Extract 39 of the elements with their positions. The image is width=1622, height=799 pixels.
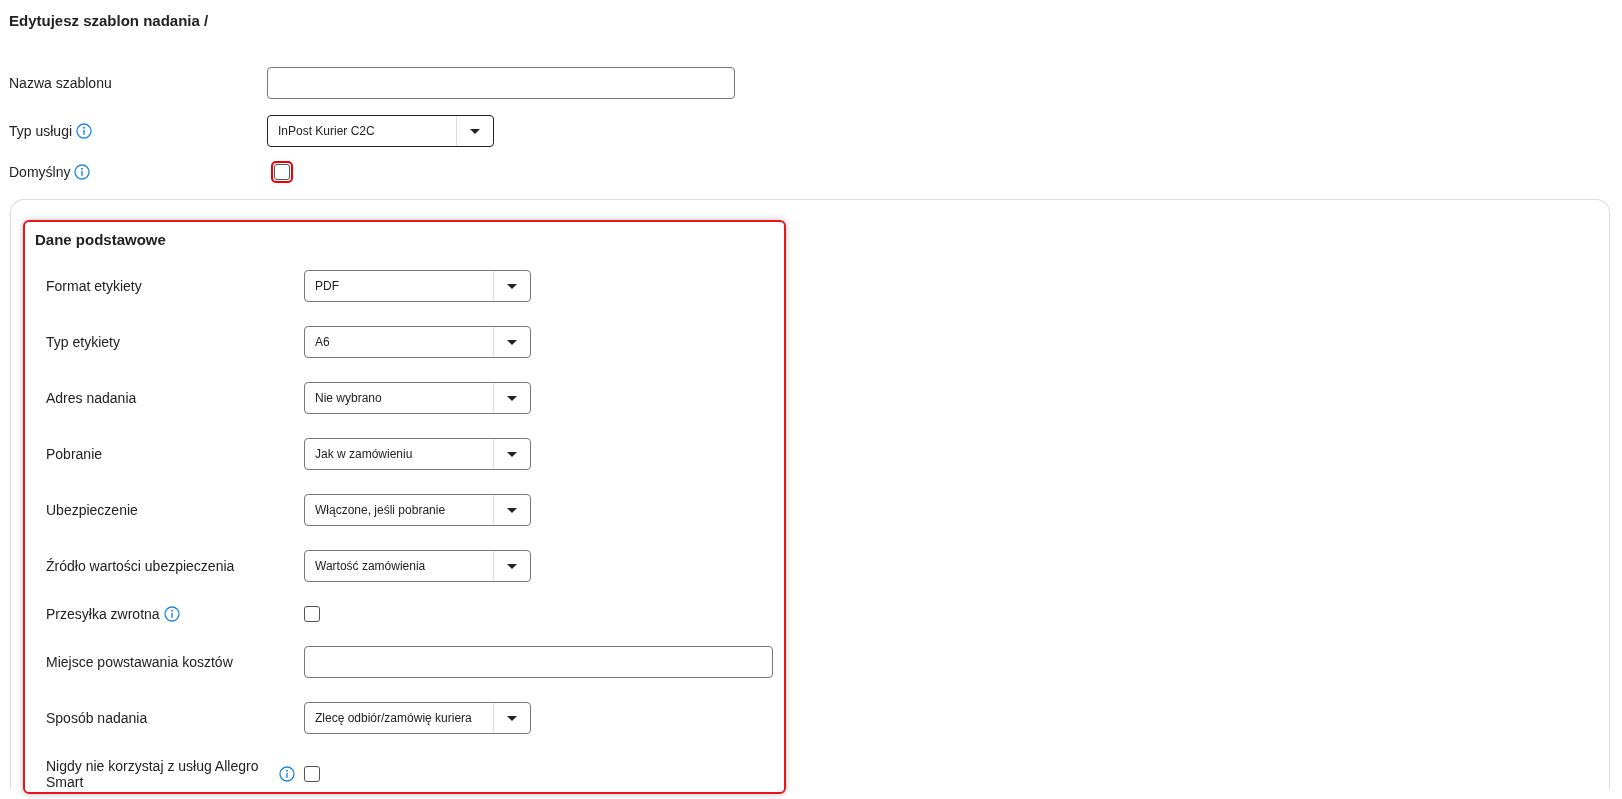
field-label: Ubezpieczenie	[46, 502, 138, 518]
field-label: Przesyłka zwrotna	[46, 606, 160, 622]
text-input-field[interactable]	[304, 646, 773, 678]
field-label: Źródło wartości ubezpieczenia	[46, 558, 235, 574]
dropdown-select[interactable]: Jak w zamówieniu	[304, 438, 531, 470]
field-label: Typ etykiety	[46, 334, 120, 350]
caret-down-icon	[507, 451, 517, 457]
section-title: Dane podstawowe	[35, 231, 167, 249]
text-input-field[interactable]	[267, 67, 735, 99]
info-icon[interactable]	[163, 606, 180, 622]
field-label: Format etykiety	[46, 278, 142, 294]
field-label: Adres nadania	[46, 390, 137, 406]
caret-down-icon	[507, 339, 517, 345]
caret-down-icon	[470, 128, 480, 134]
field-label: Pobranie	[46, 446, 103, 462]
dropdown-select[interactable]: InPost Kurier C2C	[267, 115, 494, 147]
checkbox[interactable]	[304, 766, 320, 782]
field-label: Miejsce powstawania kosztów	[46, 654, 233, 670]
info-icon[interactable]	[74, 164, 91, 180]
field-label: Nazwa szablonu	[9, 75, 112, 91]
dropdown-select[interactable]: Włączone, jeśli pobranie	[304, 494, 531, 526]
dropdown-select[interactable]: Nie wybrano	[304, 382, 531, 414]
dropdown-select[interactable]: A6	[304, 326, 531, 358]
checkbox[interactable]	[304, 606, 320, 622]
caret-down-icon	[507, 563, 517, 569]
caret-down-icon	[507, 283, 517, 289]
field-label: Domyślny	[9, 164, 71, 180]
field-label: Nigdy nie korzystaj z usług Allegro Smart	[46, 758, 260, 790]
field-label: Typ usługi	[9, 123, 73, 139]
caret-down-icon	[507, 395, 517, 401]
info-icon[interactable]	[279, 766, 295, 782]
page-title: Edytujesz szablon nadania /	[8, 11, 210, 30]
field-label: Sposób nadania	[46, 710, 148, 726]
caret-down-icon	[507, 507, 517, 513]
caret-down-icon	[507, 715, 517, 721]
dropdown-select[interactable]: Wartość zamówienia	[304, 550, 531, 582]
info-icon[interactable]	[76, 123, 93, 139]
dropdown-select[interactable]: Zlecę odbiór/zamówię kuriera	[304, 702, 531, 734]
dropdown-select[interactable]: PDF	[304, 270, 531, 302]
